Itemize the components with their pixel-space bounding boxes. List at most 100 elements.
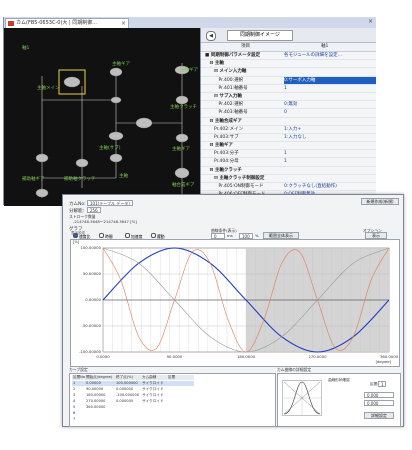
y-tick-label: 100.00000	[80, 245, 101, 250]
table-cell[interactable]: 0.00000	[86, 381, 101, 386]
back-button[interactable]: ◀	[206, 31, 216, 41]
gear-shape	[110, 96, 122, 104]
property-row[interactable]: Pr.402:メイン 1:入力+	[201, 126, 376, 134]
table-cell[interactable]: 0.000000	[116, 387, 133, 392]
property-row[interactable]: ⊟ サブ入力軸	[201, 93, 376, 102]
property-row[interactable]: ⊟ メイン入力軸	[201, 68, 376, 77]
window-titlebar: カム(FB5-0653C-0)大 | 同期制御... × ×	[4, 17, 376, 28]
gear-shape	[35, 188, 49, 198]
column-axis1: 軸1	[321, 44, 329, 49]
table-cell[interactable]: 1	[73, 381, 75, 386]
property-row[interactable]: Pr.401:軸番号 1	[201, 85, 376, 93]
table-cell[interactable]: 180.00000	[86, 393, 105, 398]
gear-label: 補助軸クラッチ	[64, 177, 96, 182]
table-cell[interactable]: 90.00000	[86, 387, 103, 392]
table-cell[interactable]: サイクロイド	[142, 381, 164, 386]
fit-range-button[interactable]: 範囲全体表示	[263, 232, 299, 239]
cam-curve-preview: 曲線形状確認 区間: 1 0.000 0.000 詳細設定	[277, 373, 401, 427]
property-key: Pr.401:軸番号	[205, 85, 248, 91]
property-key: ⊟ 主軸	[205, 61, 224, 67]
property-key: Pr.405:ON制御モード	[205, 184, 264, 189]
cam-no-field[interactable]: 101(テーブル データ)	[87, 200, 133, 206]
property-value[interactable]: 0	[284, 109, 376, 116]
x-tick-label: 270.0000	[308, 354, 327, 359]
column-header: 終了点(%)	[116, 375, 133, 379]
option-display-button[interactable]: 表示	[365, 232, 387, 239]
detail-settings-button[interactable]: 詳細設定	[364, 412, 394, 419]
table-cell[interactable]: 7	[73, 417, 75, 422]
table-cell[interactable]: 0.000000	[116, 399, 133, 404]
property-key: ■ 同期制御パラメータ設定	[205, 53, 261, 58]
table-row[interactable]: 5 360.00000	[72, 405, 194, 410]
property-row[interactable]: Pr.403:サブ 1:入力なし	[201, 134, 376, 143]
table-cell[interactable]: サイクロイド	[142, 399, 164, 404]
table-cell[interactable]: 2	[73, 387, 75, 392]
table-cell[interactable]: 4	[73, 399, 75, 404]
table-row[interactable]: 6	[72, 411, 194, 416]
table-row[interactable]: 7	[72, 417, 194, 422]
table-cell[interactable]: サイクロイド	[142, 393, 164, 398]
property-value[interactable]: 0:クラッチなし(直結動作)	[284, 183, 376, 190]
resolution-field[interactable]: 256	[87, 207, 101, 213]
table-row[interactable]: 4 270.00000 0.000000 サイクロイド	[72, 399, 194, 404]
param-field-1[interactable]: 0.000	[364, 392, 394, 398]
property-row[interactable]: Pr.400:選択 0:サーボ入力軸	[201, 76, 376, 85]
property-row[interactable]: ⊟ 主軸合成ギア	[201, 118, 376, 126]
panel-title-button[interactable]: 同期制御イメージ	[227, 30, 293, 41]
tab-title: カム(FB5-0653C-0)大 | 同期制御...	[16, 20, 98, 26]
property-row[interactable]: ⊟ 主軸	[201, 60, 376, 69]
table-row[interactable]: 3 180.00000 -100.000000 サイクロイド	[72, 393, 194, 398]
property-row[interactable]: ⊟ 主軸ギア	[201, 142, 376, 151]
param-field-2[interactable]: 0.000	[364, 400, 394, 406]
property-value[interactable]: 1:入力なし	[284, 134, 376, 141]
table-cell[interactable]: 360.00000	[86, 405, 105, 410]
property-row[interactable]: Pr.405:ON制御モード 0:クラッチなし(直結動作)	[201, 183, 376, 192]
y-tick-label: -50.00000	[82, 323, 102, 328]
property-value[interactable]: 0:無効	[284, 101, 376, 108]
close-icon[interactable]: ×	[121, 19, 126, 28]
section-field[interactable]: 1	[378, 381, 386, 387]
property-value[interactable]: 各モジュールの詳細を設定...	[284, 52, 376, 59]
property-row[interactable]: Pr.402:選択 0:無効	[201, 101, 376, 110]
create-new-button[interactable]: 新規作成(新規)	[361, 198, 399, 205]
stroke-range: -214748.3648～214748.3647 [%]	[73, 219, 137, 224]
table-row[interactable]: 1 0.00000 100.000000 サイクロイド	[72, 381, 194, 386]
cam-chart[interactable]: [%] 100.00000 50.00000 0.00000 -50.00000 -10…	[70, 239, 400, 367]
gear-label: 主軸ギア	[172, 147, 190, 152]
property-value[interactable]: 1	[284, 85, 376, 92]
table-row[interactable]: 2 90.00000 0.000000 サイクロイド	[72, 387, 194, 392]
column-header: 開始点(degree)	[86, 375, 113, 379]
property-key: Pr.400:選択	[205, 77, 244, 83]
property-row[interactable]: ⊟ 主軸クラッチ制御設定	[201, 175, 376, 183]
table-cell[interactable]: 5	[73, 405, 75, 410]
property-row[interactable]: Pr.404:分母 1	[201, 158, 376, 167]
property-row[interactable]: Pr.403:分子 1	[201, 150, 376, 159]
table-cell[interactable]: サイクロイド	[142, 387, 164, 392]
table-cell[interactable]: 270.00000	[86, 399, 105, 404]
table-cell[interactable]: 3	[73, 393, 75, 398]
property-value[interactable]: 1	[284, 150, 376, 157]
table-cell[interactable]: 6	[73, 411, 75, 416]
table-cell[interactable]: 100.000000	[116, 381, 138, 386]
document-tab[interactable]: カム(FB5-0653C-0)大 | 同期制御... ×	[5, 18, 129, 28]
property-value[interactable]: 1	[284, 158, 376, 165]
property-row[interactable]: ⊟ 主軸クラッチ	[201, 167, 376, 175]
curve-table[interactable]: 区間No 開始点(degree) 終了点(%) カム曲線 区間 1 0.00000 100.0…	[69, 373, 276, 427]
property-row[interactable]: Pr.403:軸番号 0	[201, 109, 376, 118]
property-value[interactable]: 1:入力+	[284, 126, 376, 133]
curve-thumbnail	[282, 380, 322, 416]
y-tick-label: 0.00000	[85, 297, 101, 302]
gear-shape	[175, 95, 189, 105]
chart-plot: 100.0000050.000000.00000-50.00000-100.00…	[79, 245, 399, 364]
scale-min-unit: ms	[227, 233, 233, 238]
table-cell[interactable]: -100.000000	[116, 393, 139, 398]
property-row[interactable]: ■ 同期制御パラメータ設定 各モジュールの詳細を設定...	[201, 52, 376, 61]
property-key: ⊟ 主軸クラッチ	[205, 167, 242, 173]
property-key: ⊟ 主軸クラッチ制御設定	[205, 175, 265, 181]
radio-icon	[99, 233, 104, 238]
property-key: ⊟ 主軸ギア	[205, 143, 233, 149]
window-close-icon[interactable]: ×	[368, 17, 373, 27]
property-value[interactable]: 0:サーボ入力軸	[284, 76, 376, 84]
property-key: ⊟ メイン入力軸	[205, 69, 247, 75]
gear-3d-view[interactable]: 軸1 主軸ギア 主軸ギア 主軸メイン 主軸クラッチ 主軸(サブ) 主軸ギア 補助軸ギア 補助軸ク…	[4, 28, 200, 206]
